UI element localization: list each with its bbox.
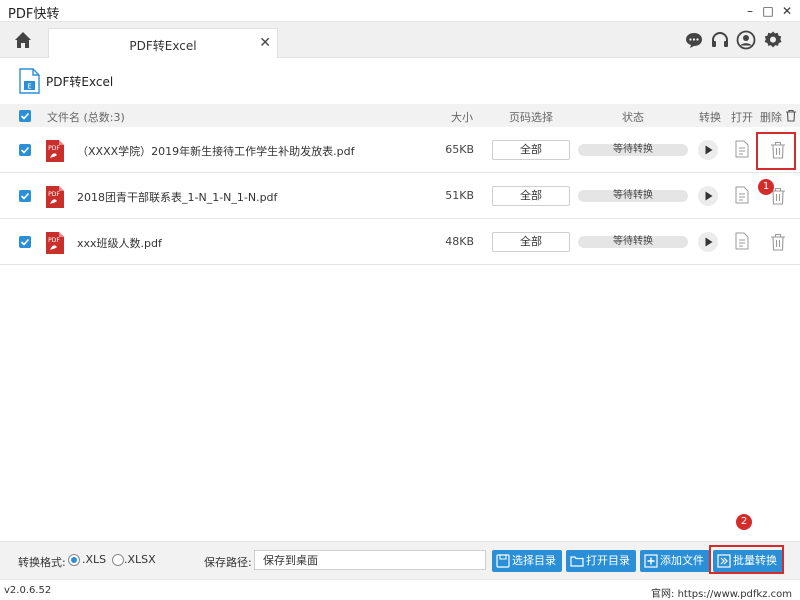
delete-all-trash-icon[interactable] [785,109,797,125]
row-checkbox[interactable] [19,190,31,202]
column-filename: 文件名 (总数:3) [47,111,125,124]
choose-directory-label: 选择目录 [512,554,556,567]
format-radio-xlsx[interactable] [112,554,124,566]
chat-icon[interactable] [684,30,704,50]
column-delete: 删除 [760,111,782,124]
select-all-checkbox[interactable] [19,110,31,122]
pdf-to-excel-icon: E [17,68,41,94]
bottom-toolbar: 转换格式: .XLS .XLSX 保存路径: 选择目录 打开目录 添加文件 批量… [0,541,800,579]
format-radio-xls[interactable] [68,554,80,566]
section-title: PDF转Excel [46,75,114,89]
column-convert: 转换 [699,111,721,124]
status-progress: 等待转换 [578,144,688,156]
app-title: PDF快转 [8,7,60,22]
title-bar: PDF快转 – □ ✕ [0,0,800,22]
page-select-button[interactable]: 全部 [492,140,570,160]
column-status: 状态 [622,111,644,124]
tab-close-button[interactable]: ✕ [259,33,271,53]
file-name: （XXXX学院）2019年新生接待工作学生补助发放表.pdf [77,145,355,158]
file-name: 2018团青干部联系表_1-N_1-N_1-N.pdf [77,191,278,204]
convert-play-icon[interactable] [698,232,718,252]
website-link[interactable]: 官网: https://www.pdfkz.com [651,585,792,600]
open-file-icon[interactable] [735,232,749,250]
svg-text:PDF: PDF [48,237,60,244]
minimize-button[interactable]: – [741,2,759,20]
batch-convert-highlight-box [709,545,784,574]
tab-pdf-to-excel[interactable]: PDF转Excel ✕ [48,28,278,58]
format-label: 转换格式: [18,556,66,569]
file-size: 48KB [445,235,474,248]
column-page-select: 页码选择 [509,111,553,124]
svg-text:PDF: PDF [48,145,60,152]
status-progress: 等待转换 [578,190,688,202]
open-directory-button[interactable]: 打开目录 [566,550,636,572]
page-select-button[interactable]: 全部 [492,232,570,252]
table-row[interactable]: PDF 2018团青干部联系表_1-N_1-N_1-N.pdf 51KB 全部 … [0,173,800,219]
status-progress: 等待转换 [578,236,688,248]
file-size: 65KB [445,143,474,156]
row-checkbox[interactable] [19,236,31,248]
table-row[interactable]: PDF （XXXX学院）2019年新生接待工作学生补助发放表.pdf 65KB … [0,127,800,173]
svg-text:PDF: PDF [48,191,60,198]
close-window-button[interactable]: ✕ [778,2,796,20]
convert-play-icon[interactable] [698,140,718,160]
table-row[interactable]: PDF xxx班级人数.pdf 48KB 全部 等待转换 [0,219,800,265]
convert-play-icon[interactable] [698,186,718,206]
column-open: 打开 [731,111,753,124]
open-file-icon[interactable] [735,186,749,204]
row-checkbox[interactable] [19,144,31,156]
status-footer: v2.0.6.52 官网: https://www.pdfkz.com [0,579,800,600]
format-xlsx-label[interactable]: .XLSX [124,553,156,566]
version-text: v2.0.6.52 [4,585,52,596]
pdf-file-icon: PDF [45,185,65,209]
maximize-button[interactable]: □ [759,2,777,20]
step-badge-2: 2 [736,514,752,530]
svg-text:E: E [27,83,31,91]
pdf-file-icon: PDF [45,231,65,255]
file-name: xxx班级人数.pdf [77,237,162,250]
headset-icon[interactable] [710,30,730,50]
open-file-icon[interactable] [735,140,749,158]
tab-bar: PDF转Excel ✕ [0,22,800,58]
save-path-label: 保存路径: [204,556,252,569]
table-header: 文件名 (总数:3) 大小 页码选择 状态 转换 打开 删除 [0,104,800,127]
tab-label: PDF转Excel [129,39,197,53]
add-file-label: 添加文件 [660,554,704,567]
choose-directory-button[interactable]: 选择目录 [492,550,562,572]
file-size: 51KB [445,189,474,202]
home-icon[interactable] [12,29,34,51]
pdf-file-icon: PDF [45,139,65,163]
page-select-button[interactable]: 全部 [492,186,570,206]
settings-gear-icon[interactable] [763,30,783,50]
delete-trash-icon[interactable] [770,233,786,251]
save-path-input[interactable] [254,550,486,570]
format-xls-label[interactable]: .XLS [82,553,106,566]
step-badge-1: 1 [758,179,774,195]
add-file-button[interactable]: 添加文件 [640,550,710,572]
delete-highlight-box [756,132,796,170]
section-header [0,58,800,104]
user-account-icon[interactable] [736,30,756,50]
open-directory-label: 打开目录 [586,554,630,567]
column-size: 大小 [451,111,473,124]
